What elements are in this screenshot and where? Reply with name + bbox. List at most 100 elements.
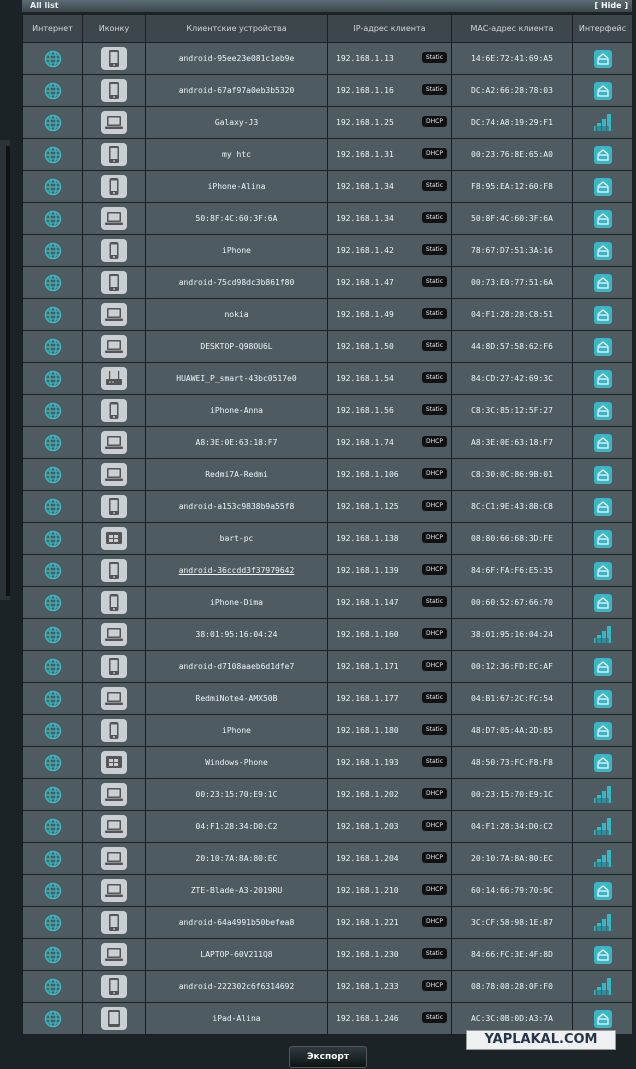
internet-status-cell[interactable]: [22, 426, 83, 459]
laptop-icon[interactable]: [101, 943, 127, 966]
laptop-icon[interactable]: [101, 783, 127, 806]
device-name[interactable]: HUAWEI_P_smart-43bc0517e0: [176, 374, 296, 383]
globe-icon[interactable]: [44, 946, 62, 963]
table-row[interactable]: RedmiNote4-AMX50B 192.168.1.177 Static 04:B…: [22, 682, 633, 715]
router-icon[interactable]: [101, 367, 127, 390]
globe-icon[interactable]: [44, 562, 62, 579]
device-name[interactable]: iPhone-Anna: [210, 406, 263, 415]
laptop-icon[interactable]: [101, 687, 127, 710]
device-name-cell[interactable]: iPhone: [145, 714, 328, 747]
device-name-cell[interactable]: android-64a4991b50befea8: [145, 906, 328, 939]
device-name[interactable]: android-36ccdd3f37979642: [179, 566, 295, 575]
iphone-icon[interactable]: [101, 719, 127, 742]
header-interface[interactable]: Интерфейс: [572, 14, 633, 43]
table-row[interactable]: 04:F1:28:34:D0:C2 192.168.1.203 DHCP 04:F1:…: [22, 810, 633, 843]
export-button[interactable]: Экспорт: [289, 1046, 367, 1068]
device-name-cell[interactable]: bart-pc: [145, 522, 328, 555]
table-row[interactable]: android-95ee23e081c1eb9e 192.168.1.13 Stat…: [22, 42, 633, 75]
internet-status-cell[interactable]: [22, 42, 83, 75]
internet-status-cell[interactable]: [22, 938, 83, 971]
device-icon-cell[interactable]: [82, 522, 146, 555]
laptop-icon[interactable]: [101, 847, 127, 870]
device-icon-cell[interactable]: [82, 554, 146, 587]
globe-icon[interactable]: [44, 722, 62, 739]
globe-icon[interactable]: [44, 338, 62, 355]
device-icon-cell[interactable]: [82, 490, 146, 523]
globe-icon[interactable]: [44, 786, 62, 803]
device-icon-cell[interactable]: [82, 426, 146, 459]
table-row[interactable]: android-67af97a0eb3b5320 192.168.1.16 Stat…: [22, 74, 633, 107]
globe-icon[interactable]: [44, 818, 62, 835]
table-row[interactable]: A8:3E:0E:63:18:F7 192.168.1.74 DHCP A8:3E:0…: [22, 426, 633, 459]
device-icon-cell[interactable]: [82, 1002, 146, 1035]
header-mac-address[interactable]: MAC-адрес клиента: [451, 14, 573, 43]
device-name-cell[interactable]: LAPTOP-60V211Q8: [145, 938, 328, 971]
globe-icon[interactable]: [44, 690, 62, 707]
device-icon-cell[interactable]: [82, 650, 146, 683]
globe-icon[interactable]: [44, 978, 62, 995]
globe-icon[interactable]: [44, 594, 62, 611]
internet-status-cell[interactable]: [22, 1002, 83, 1035]
device-name-cell[interactable]: 00:23:15:70:E9:1C: [145, 778, 328, 811]
hide-link[interactable]: [ Hide ]: [595, 0, 628, 12]
tablet-icon[interactable]: [101, 1007, 127, 1030]
device-name[interactable]: A8:3E:0E:63:18:F7: [196, 438, 278, 447]
table-row[interactable]: LAPTOP-60V211Q8 192.168.1.230 Static 84:66:…: [22, 938, 633, 971]
laptop-icon[interactable]: [101, 463, 127, 486]
header-ip-address[interactable]: IP-адрес клиента: [327, 14, 452, 43]
device-name[interactable]: android-222302c6f6314692: [179, 982, 295, 991]
internet-status-cell[interactable]: [22, 586, 83, 619]
internet-status-cell[interactable]: [22, 74, 83, 107]
internet-status-cell[interactable]: [22, 458, 83, 491]
internet-status-cell[interactable]: [22, 906, 83, 939]
phone-icon[interactable]: [101, 911, 127, 934]
device-name[interactable]: Galaxy-J3: [215, 118, 258, 127]
device-name-cell[interactable]: 50:8F:4C:60:3F:6A: [145, 202, 328, 235]
globe-icon[interactable]: [44, 626, 62, 643]
device-name-cell[interactable]: DESKTOP-Q98OU6L: [145, 330, 328, 363]
phone-icon[interactable]: [101, 655, 127, 678]
phone-icon[interactable]: [101, 79, 127, 102]
device-icon-cell[interactable]: [82, 682, 146, 715]
table-row[interactable]: android-64a4991b50befea8 192.168.1.221 DHC…: [22, 906, 633, 939]
device-name-cell[interactable]: android-36ccdd3f37979642: [145, 554, 328, 587]
iphone-icon[interactable]: [101, 591, 127, 614]
device-name-cell[interactable]: my htc: [145, 138, 328, 171]
phone-icon[interactable]: [101, 143, 127, 166]
globe-icon[interactable]: [44, 50, 62, 67]
device-icon-cell[interactable]: [82, 586, 146, 619]
laptop-icon[interactable]: [101, 111, 127, 134]
table-row[interactable]: android-36ccdd3f37979642 192.168.1.139 DHC…: [22, 554, 633, 587]
device-icon-cell[interactable]: [82, 138, 146, 171]
table-row[interactable]: iPhone 192.168.1.42 Static 78:67:D7:51:3A:1…: [22, 234, 633, 267]
internet-status-cell[interactable]: [22, 874, 83, 907]
internet-status-cell[interactable]: [22, 778, 83, 811]
device-name-cell[interactable]: android-67af97a0eb3b5320: [145, 74, 328, 107]
device-name[interactable]: android-75cd98dc3b861f80: [179, 278, 295, 287]
device-name[interactable]: ZTE-Blade-A3-2019RU: [191, 886, 283, 895]
internet-status-cell[interactable]: [22, 522, 83, 555]
internet-status-cell[interactable]: [22, 106, 83, 139]
table-row[interactable]: android-222302c6f6314692 192.168.1.233 DHC…: [22, 970, 633, 1003]
device-icon-cell[interactable]: [82, 714, 146, 747]
internet-status-cell[interactable]: [22, 650, 83, 683]
internet-status-cell[interactable]: [22, 138, 83, 171]
device-icon-cell[interactable]: [82, 362, 146, 395]
header-internet[interactable]: Интернет: [22, 14, 83, 43]
device-icon-cell[interactable]: [82, 234, 146, 267]
device-icon-cell[interactable]: [82, 106, 146, 139]
globe-icon[interactable]: [44, 434, 62, 451]
device-name[interactable]: Redmi7A-Redmi: [205, 470, 268, 479]
device-name[interactable]: 04:F1:28:34:D0:C2: [196, 822, 278, 831]
laptop-icon[interactable]: [101, 335, 127, 358]
phone-icon[interactable]: [101, 47, 127, 70]
globe-icon[interactable]: [44, 914, 62, 931]
table-row[interactable]: iPhone-Dima 192.168.1.147 Static 00:60:52:6…: [22, 586, 633, 619]
globe-icon[interactable]: [44, 82, 62, 99]
device-name[interactable]: 50:8F:4C:60:3F:6A: [196, 214, 278, 223]
device-name-cell[interactable]: nokia: [145, 298, 328, 331]
windows-icon[interactable]: [101, 751, 127, 774]
device-name[interactable]: iPad-Alina: [212, 1014, 260, 1023]
device-name[interactable]: 00:23:15:70:E9:1C: [196, 790, 278, 799]
internet-status-cell[interactable]: [22, 970, 83, 1003]
